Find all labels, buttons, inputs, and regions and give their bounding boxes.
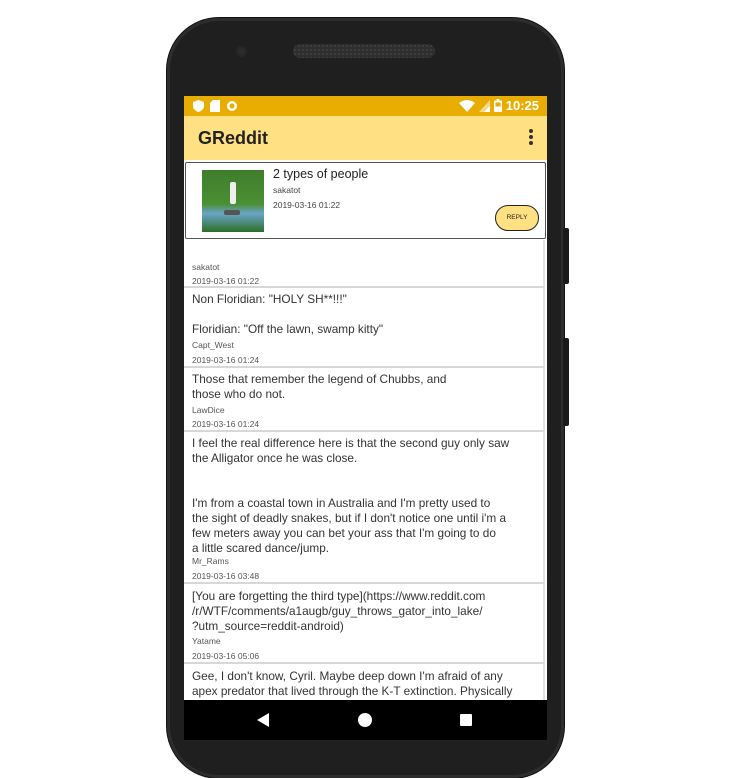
comment-author: sakatot <box>192 262 220 272</box>
comment-text: Those that remember the legend of Chubbs… <box>192 372 447 401</box>
sd-card-icon <box>210 100 220 112</box>
recents-icon[interactable] <box>460 714 472 726</box>
comment-list[interactable]: 2 types of people sakatot 2019-03-16 01:… <box>184 160 547 700</box>
home-icon[interactable] <box>358 713 372 727</box>
list-item[interactable]: Those that remember the legend of Chubbs… <box>184 368 545 432</box>
front-camera <box>236 46 247 57</box>
status-time: 10:25 <box>505 98 539 113</box>
sync-icon <box>227 101 237 111</box>
battery-icon <box>493 99 502 112</box>
app-title: GReddit <box>198 128 268 148</box>
navigation-bar <box>184 700 547 740</box>
comment-timestamp: 2019-03-16 01:22 <box>192 276 260 286</box>
comment-timestamp: 2019-03-16 05:06 <box>192 651 260 661</box>
comment-timestamp: 2019-03-16 03:48 <box>192 571 260 581</box>
post-thumbnail[interactable] <box>202 170 264 232</box>
comment-author: Capt_West <box>192 340 234 350</box>
comment-text: I feel the real difference here is that … <box>192 436 510 555</box>
app-bar: GReddit <box>184 116 547 160</box>
screen: 10:25 GReddit 2 types of people sakatot … <box>184 96 547 740</box>
power-button <box>563 338 569 426</box>
list-item[interactable]: sakatot 2019-03-16 01:22 <box>184 240 545 288</box>
post-timestamp: 2019-03-16 01:22 <box>273 200 341 210</box>
post-author: sakatot <box>273 185 301 195</box>
volume-button <box>563 228 569 284</box>
comment-text: Gee, I don't know, Cyril. Maybe deep dow… <box>192 669 513 698</box>
post-title: 2 types of people <box>273 167 369 181</box>
wifi-icon <box>458 99 475 112</box>
list-item[interactable]: [You are forgetting the third type](http… <box>184 584 545 664</box>
signal-icon <box>478 99 490 112</box>
comment-author: Yatame <box>192 636 221 646</box>
post-card[interactable]: 2 types of people sakatot 2019-03-16 01:… <box>185 162 546 239</box>
list-item[interactable]: Gee, I don't know, Cyril. Maybe deep dow… <box>184 664 545 700</box>
back-icon[interactable] <box>257 713 269 727</box>
overflow-menu-icon[interactable] <box>529 129 533 147</box>
comment-timestamp: 2019-03-16 01:24 <box>192 419 260 429</box>
list-item[interactable]: I feel the real difference here is that … <box>184 432 545 584</box>
comment-text: Non Floridian: "HOLY SH**!!!" Floridian:… <box>192 292 384 336</box>
status-bar: 10:25 <box>184 96 547 116</box>
earpiece-speaker <box>293 44 435 58</box>
list-item[interactable]: Non Floridian: "HOLY SH**!!!" Floridian:… <box>184 288 545 368</box>
shield-icon <box>193 100 204 112</box>
comment-author: LawDice <box>192 405 225 415</box>
reply-button[interactable]: REPLY <box>495 205 539 231</box>
comment-timestamp: 2019-03-16 01:24 <box>192 355 260 365</box>
comment-author: Mr_Rams <box>192 556 229 566</box>
comment-text: [You are forgetting the third type](http… <box>192 589 486 633</box>
